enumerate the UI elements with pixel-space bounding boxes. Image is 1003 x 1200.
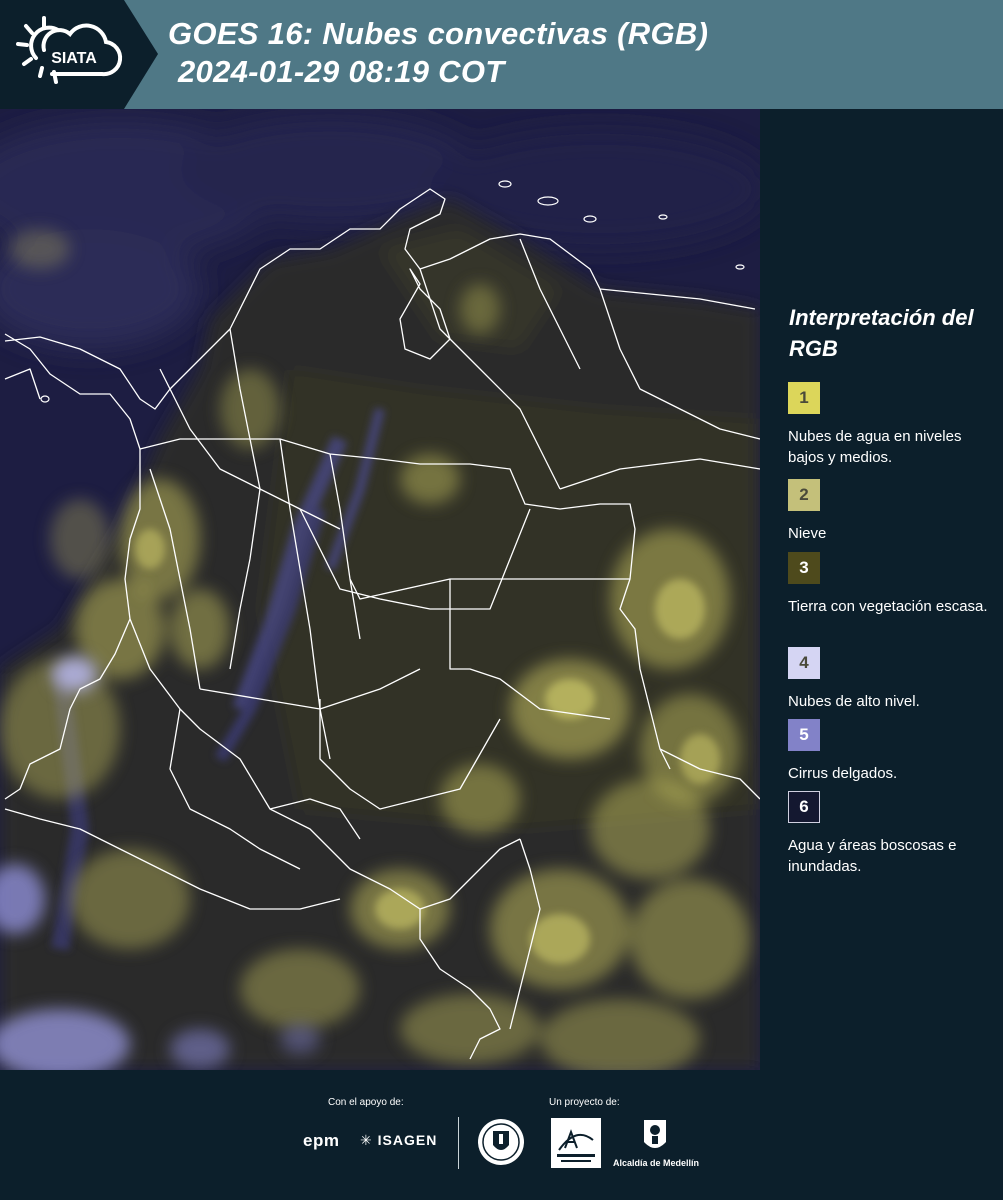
legend-item: 5 Cirrus delgados. [788,719,988,784]
map-canvas [0,109,760,1070]
legend-swatch: 2 [788,479,820,511]
legend-label: Nubes de agua en niveles bajos y medios. [788,428,962,466]
sun-cloud-icon: SIATA [16,16,123,84]
legend-label: Tierra con vegetación escasa. [788,598,988,615]
footer-divider [458,1117,459,1169]
header-band: SIATA GOES 16: Nubes convectivas (RGB) 2… [0,0,1003,109]
area-metropolitana-logo-icon [551,1118,601,1168]
legend-swatch: 4 [788,647,820,679]
legend-label: Cirrus delgados. [788,765,898,782]
isagen-logo: ✳ ISAGEN [360,1132,438,1148]
project-label: Un proyecto de: [549,1097,620,1108]
legend-item: 3 Tierra con vegetación escasa. [788,552,988,617]
siata-logo-text: SIATA [51,50,97,67]
legend-swatch: 6 [788,791,820,823]
alcaldia-shield-icon [644,1120,666,1148]
page-title: GOES 16: Nubes convectivas (RGB) [168,16,709,51]
medellin-seal-icon [478,1119,524,1165]
legend-title: Interpretación del RGB [789,305,974,361]
footer: Con el apoyo de: Un proyecto de: epm ✳ I… [0,1070,1003,1200]
satellite-rgb-map [0,109,760,1070]
epm-logo: epm [303,1131,340,1150]
legend-label: Agua y áreas boscosas e inundadas. [788,837,957,875]
isagen-logo-text: ISAGEN [377,1132,438,1148]
legend-label: Nubes de alto nivel. [788,693,920,710]
legend-item: 6 Agua y áreas boscosas e inundadas. [788,791,988,877]
siata-logo: SIATA [0,0,158,109]
support-label: Con el apoyo de: [328,1097,404,1108]
legend-item: 2 Nieve [788,479,988,544]
alcaldia-label: Alcaldía de Medellín [613,1158,700,1168]
legend-item: 1 Nubes de agua en niveles bajos y medios… [788,382,988,468]
legend-swatch: 3 [788,552,820,584]
legend-swatch: 5 [788,719,820,751]
legend-item: 4 Nubes de alto nivel. [788,647,988,712]
legend-swatch: 1 [788,382,820,414]
legend-label: Nieve [788,525,827,542]
image-timestamp: 2024-01-29 08:19 COT [178,54,505,89]
